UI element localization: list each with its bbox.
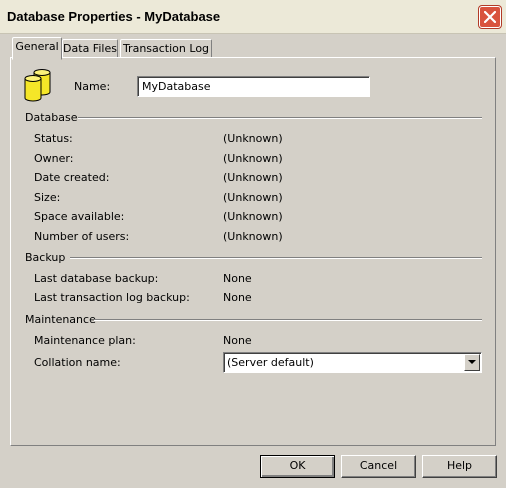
last-log-backup-value: None [223, 291, 252, 304]
tab-data-files[interactable]: Data Files [62, 39, 118, 58]
space-available-label: Space available: [34, 210, 125, 223]
status-label: Status: [34, 132, 73, 145]
name-label: Name: [74, 80, 111, 93]
owner-label: Owner: [34, 152, 74, 165]
close-button[interactable] [479, 6, 501, 28]
collation-dropdown-button[interactable] [464, 354, 480, 371]
title-bar: Database Properties - MyDatabase [0, 0, 506, 34]
space-available-value: (Unknown) [223, 210, 283, 223]
database-section-title: Database [25, 111, 78, 124]
collation-name-select[interactable]: (Server default) [223, 352, 482, 373]
last-database-backup-label: Last database backup: [34, 272, 159, 285]
collation-name-label: Collation name: [34, 356, 121, 369]
owner-value: (Unknown) [223, 152, 283, 165]
tab-general[interactable]: General [12, 37, 62, 60]
window-title: Database Properties - MyDatabase [7, 9, 221, 24]
number-of-users-value: (Unknown) [223, 230, 283, 243]
chevron-down-icon [468, 360, 476, 364]
collation-selected-value: (Server default) [227, 356, 314, 369]
last-database-backup-value: None [223, 272, 252, 285]
number-of-users-label: Number of users: [34, 230, 130, 243]
ok-button[interactable]: OK [260, 455, 335, 478]
cancel-button[interactable]: Cancel [341, 455, 416, 478]
backup-section-title: Backup [25, 251, 66, 264]
maintenance-section-title: Maintenance [25, 313, 96, 326]
database-icon [22, 68, 56, 105]
status-value: (Unknown) [223, 132, 283, 145]
backup-section-divider [70, 257, 482, 259]
size-value: (Unknown) [223, 191, 283, 204]
close-icon [484, 11, 496, 23]
maintenance-plan-label: Maintenance plan: [34, 334, 136, 347]
name-field[interactable]: MyDatabase [137, 76, 370, 97]
help-button[interactable]: Help [422, 455, 497, 478]
size-label: Size: [34, 191, 61, 204]
date-created-label: Date created: [34, 171, 110, 184]
general-panel [10, 57, 496, 446]
date-created-value: (Unknown) [223, 171, 283, 184]
tab-transaction-log[interactable]: Transaction Log [120, 39, 212, 58]
maintenance-plan-value: None [223, 334, 252, 347]
maintenance-section-divider [94, 319, 482, 321]
database-section-divider [78, 117, 482, 119]
last-log-backup-label: Last transaction log backup: [34, 291, 190, 304]
